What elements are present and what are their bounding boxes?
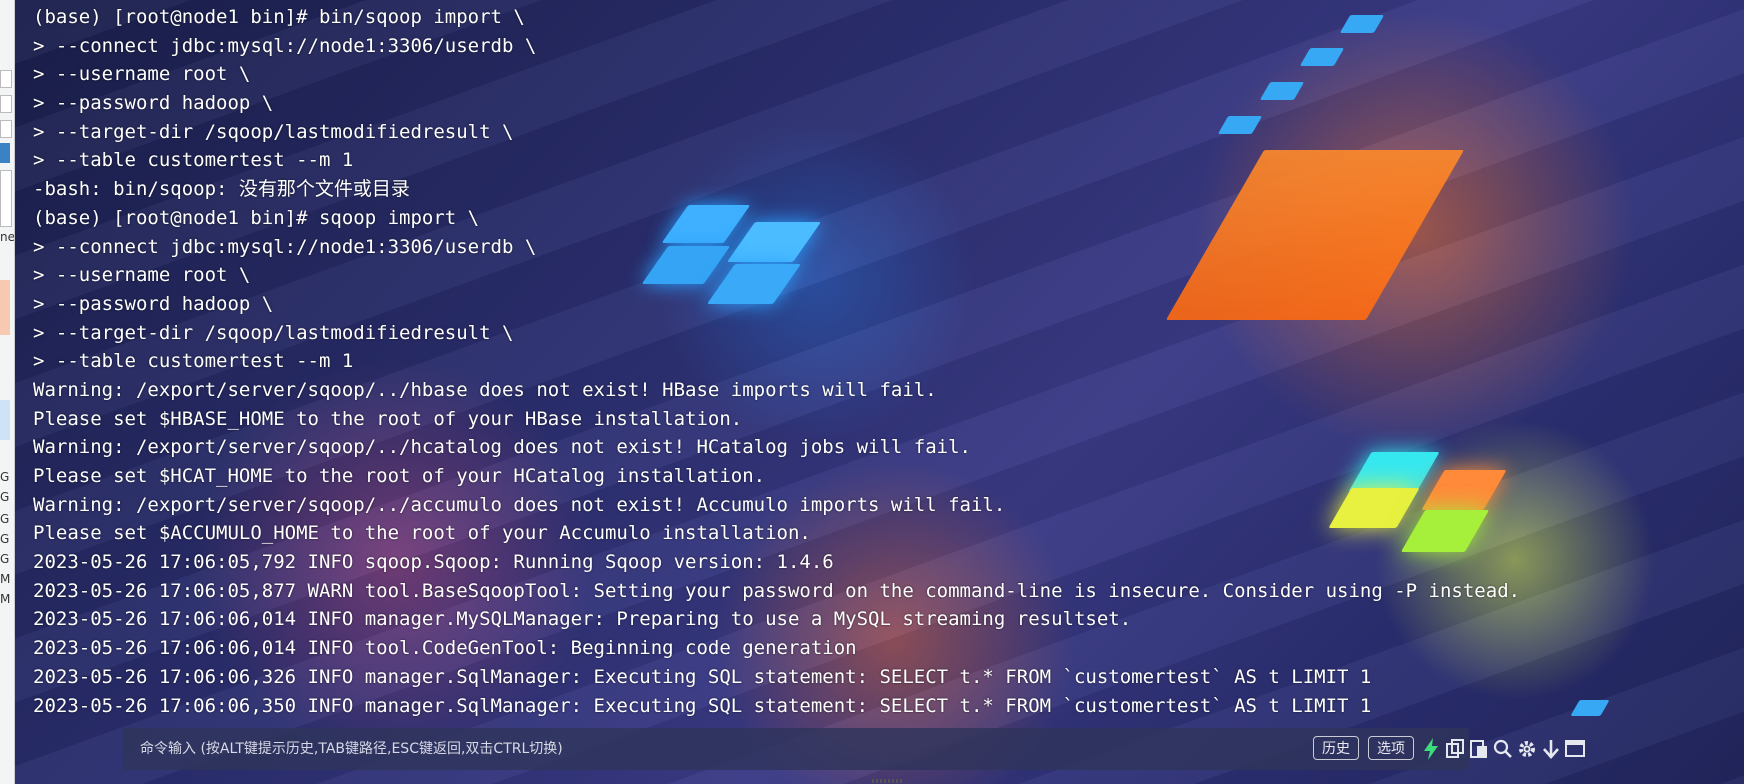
side-panel-edge: ne G G G G G M M [0,0,15,784]
terminal-line: > --password hadoop \ [33,292,274,315]
side-panel-text: G [0,512,10,526]
terminal-line: -bash: bin/sqoop: 没有那个文件或目录 [33,178,410,201]
terminal-line: 2023-05-26 17:06:06,326 INFO manager.Sql… [33,665,1372,688]
terminal-line: > --connect jdbc:mysql://node1:3306/user… [33,235,537,258]
terminal-line: (base) [root@node1 bin]# sqoop import \ [33,206,480,229]
terminal-line: 2023-05-26 17:06:06,350 INFO manager.Sql… [33,694,1372,717]
terminal-line: (base) [root@node1 bin]# bin/sqoop impor… [33,6,525,28]
terminal-line: > --target-dir /sqoop/lastmodifiedresult… [33,321,514,344]
gear-icon[interactable] [1515,736,1539,762]
terminal-line: > --connect jdbc:mysql://node1:3306/user… [33,34,537,57]
resize-handle[interactable] [872,779,904,783]
side-panel-text: G [0,470,10,484]
terminal-line: > --table customertest --m 1 [33,149,354,172]
history-button[interactable]: 历史 [1313,736,1359,760]
terminal-line: > --table customertest --m 1 [33,350,354,373]
side-panel-selected-item [0,143,10,163]
arrow-down-icon[interactable] [1539,736,1563,762]
side-panel-thumbnail [0,400,10,440]
copy-icon[interactable] [1443,736,1467,762]
terminal-window[interactable]: (base) [root@node1 bin]# bin/sqoop impor… [15,0,1744,784]
search-icon[interactable] [1491,736,1515,762]
command-input-bar[interactable]: 命令输入 (按ALT键提示历史,TAB键路径,ESC键返回,双击CTRL切换) … [123,728,1585,770]
terminal-line: > --password hadoop \ [33,92,274,115]
terminal-line: > --username root \ [33,63,251,86]
wallpaper-small-tile [1570,700,1610,716]
lightning-icon[interactable] [1419,736,1443,762]
side-panel-field [0,70,12,88]
side-panel-text: G [0,552,10,566]
terminal-line: > --target-dir /sqoop/lastmodifiedresult… [33,120,514,143]
side-panel-thumbnail [0,170,12,227]
side-panel-text: G [0,532,10,546]
terminal-line: Warning: /export/server/sqoop/../hbase d… [33,378,937,401]
terminal-output[interactable]: (base) [root@node1 bin]# bin/sqoop impor… [33,3,1520,720]
terminal-line: 2023-05-26 17:06:05,877 WARN tool.BaseSq… [33,579,1521,602]
terminal-line: 2023-05-26 17:06:06,014 INFO tool.CodeGe… [33,637,857,660]
terminal-line: 2023-05-26 17:06:05,792 INFO sqoop.Sqoop… [33,551,834,574]
side-panel-thumbnail [0,280,10,335]
terminal-line: Warning: /export/server/sqoop/../hcatalo… [33,436,971,459]
options-button[interactable]: 选项 [1368,736,1414,760]
terminal-line: 2023-05-26 17:06:06,014 INFO manager.MyS… [33,608,1132,631]
paste-icon[interactable] [1467,736,1491,762]
terminal-line: Please set $HBASE_HOME to the root of yo… [33,407,743,430]
terminal-line: Please set $ACCUMULO_HOME to the root of… [33,522,811,545]
side-panel-text: M [0,592,11,606]
side-panel-text: G [0,490,10,504]
terminal-line: Please set $HCAT_HOME to the root of you… [33,465,766,487]
side-panel-text: M [0,572,11,586]
terminal-line: Warning: /export/server/sqoop/../accumul… [33,493,1006,516]
side-panel-field [0,120,12,138]
window-icon[interactable] [1563,736,1587,762]
side-panel-field [0,95,12,113]
side-panel-text: ne [0,230,15,244]
terminal-line: > --username root \ [33,264,251,287]
command-input[interactable]: 命令输入 (按ALT键提示历史,TAB键路径,ESC键返回,双击CTRL切换) [140,728,563,770]
